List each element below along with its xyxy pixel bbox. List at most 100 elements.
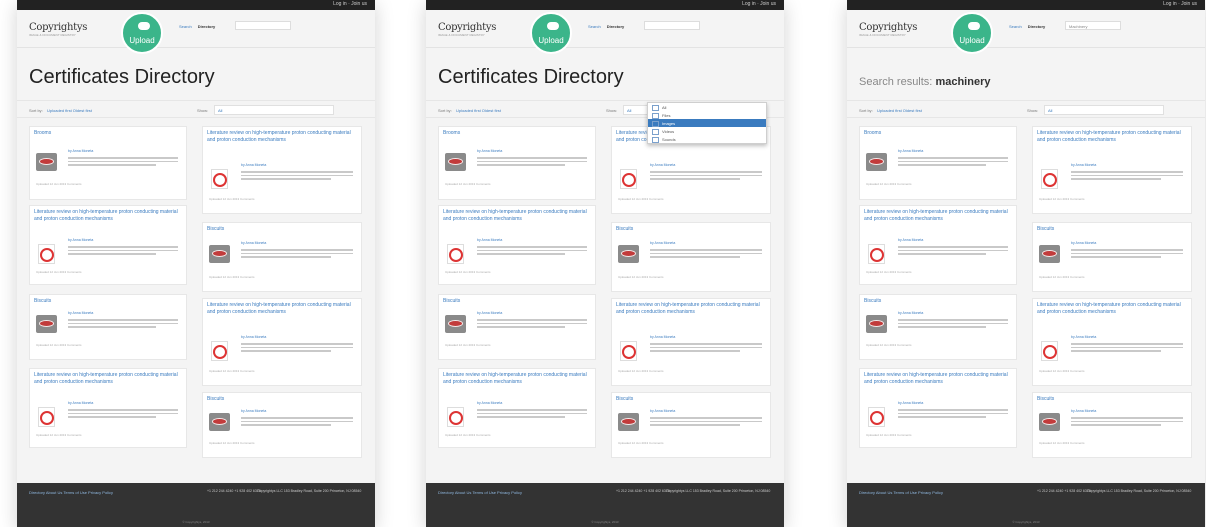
image-thumbnail[interactable]: [866, 315, 887, 333]
card-author[interactable]: by Anna Moneta: [650, 241, 675, 245]
card[interactable]: Literature review on high-temperature pr…: [611, 298, 771, 386]
logo[interactable]: Copyrightys IMAGE & DOCUMENT REGISTRY: [29, 22, 87, 37]
image-thumbnail[interactable]: [866, 153, 887, 171]
card-title[interactable]: Biscuits: [616, 396, 766, 403]
upload-button[interactable]: Upload: [951, 12, 993, 54]
card[interactable]: Brooms by Anna Moneta Uploaded 12 Jun 2013…: [438, 126, 596, 200]
dropdown-option-selected[interactable]: Images: [648, 119, 766, 127]
card-title[interactable]: Literature review on high-temperature pr…: [443, 372, 591, 386]
pdf-thumbnail[interactable]: [1039, 341, 1060, 361]
pdf-thumbnail[interactable]: [866, 244, 887, 264]
image-thumbnail[interactable]: [36, 153, 57, 171]
card-title[interactable]: Literature review on high-temperature pr…: [616, 302, 766, 316]
dropdown-option[interactable]: Sounds: [648, 135, 766, 143]
card-author[interactable]: by Anna Moneta: [241, 409, 266, 413]
image-thumbnail[interactable]: [445, 153, 466, 171]
card-author[interactable]: by Anna Moneta: [1071, 241, 1096, 245]
image-thumbnail[interactable]: [618, 245, 639, 263]
login-link[interactable]: Log in · Join us: [1163, 1, 1197, 7]
card-title[interactable]: Brooms: [864, 130, 1012, 137]
dropdown-option[interactable]: All: [648, 103, 766, 111]
card-title[interactable]: Biscuits: [207, 396, 357, 403]
pdf-thumbnail[interactable]: [1039, 169, 1060, 189]
card-author[interactable]: by Anna Moneta: [477, 311, 502, 315]
card-title[interactable]: Literature review on high-temperature pr…: [207, 130, 357, 144]
dropdown-option[interactable]: Files: [648, 111, 766, 119]
card[interactable]: Biscuits by Anna Moneta Uploaded 12 Jun 20…: [859, 294, 1017, 360]
card-author[interactable]: by Anna Moneta: [477, 401, 502, 405]
image-thumbnail[interactable]: [209, 245, 230, 263]
image-thumbnail[interactable]: [1039, 245, 1060, 263]
logo[interactable]: Copyrightys IMAGE & DOCUMENT REGISTRY: [859, 22, 917, 37]
pdf-thumbnail[interactable]: [866, 407, 887, 427]
card[interactable]: Biscuits by Anna Moneta Uploaded 12 Jun 20…: [202, 392, 362, 458]
sort-options[interactable]: Uploaded first Oldest first: [456, 108, 501, 113]
pdf-thumbnail[interactable]: [209, 169, 230, 189]
card-title[interactable]: Literature review on high-temperature pr…: [443, 209, 591, 223]
pdf-thumbnail[interactable]: [36, 244, 57, 264]
card[interactable]: Brooms by Anna Moneta Uploaded 12 Jun 2013…: [859, 126, 1017, 200]
card-title[interactable]: Literature review on high-temperature pr…: [34, 372, 182, 386]
card[interactable]: Literature review on high-temperature pr…: [202, 126, 362, 214]
card-author[interactable]: by Anna Moneta: [650, 163, 675, 167]
image-thumbnail[interactable]: [1039, 413, 1060, 431]
card-author[interactable]: by Anna Moneta: [68, 238, 93, 242]
card-author[interactable]: by Anna Moneta: [68, 149, 93, 153]
card-author[interactable]: by Anna Moneta: [477, 149, 502, 153]
dropdown-option[interactable]: Videos: [648, 127, 766, 135]
card-title[interactable]: Biscuits: [34, 298, 182, 305]
image-thumbnail[interactable]: [36, 315, 57, 333]
card-author[interactable]: by Anna Moneta: [241, 163, 266, 167]
nav-directory[interactable]: Directory: [1028, 24, 1046, 29]
card-author[interactable]: by Anna Moneta: [898, 401, 923, 405]
card-title[interactable]: Literature review on high-temperature pr…: [1037, 302, 1187, 316]
card-author[interactable]: by Anna Moneta: [650, 409, 675, 413]
image-thumbnail[interactable]: [618, 413, 639, 431]
card-title[interactable]: Biscuits: [1037, 396, 1187, 403]
search-input[interactable]: [235, 21, 291, 30]
footer-links[interactable]: Directory About Us Terms of Use Privacy …: [859, 490, 943, 495]
card[interactable]: Brooms by Anna Moneta Uploaded 12 Jun 2013…: [29, 126, 187, 200]
card-author[interactable]: by Anna Moneta: [68, 401, 93, 405]
search-input[interactable]: Machinery: [1065, 21, 1121, 30]
card-title[interactable]: Brooms: [443, 130, 591, 137]
card-title[interactable]: Literature review on high-temperature pr…: [207, 302, 357, 316]
card[interactable]: Literature review on high-temperature pr…: [1032, 126, 1192, 214]
card-title[interactable]: Biscuits: [616, 226, 766, 233]
pdf-thumbnail[interactable]: [618, 169, 639, 189]
card-author[interactable]: by Anna Moneta: [898, 238, 923, 242]
card-author[interactable]: by Anna Moneta: [241, 335, 266, 339]
search-input[interactable]: [644, 21, 700, 30]
show-dropdown[interactable]: All Files Images Videos Sounds: [647, 102, 767, 144]
image-thumbnail[interactable]: [209, 413, 230, 431]
card[interactable]: Literature review on high-temperature pr…: [202, 298, 362, 386]
card[interactable]: Literature review on high-temperature pr…: [29, 205, 187, 285]
card-author[interactable]: by Anna Moneta: [241, 241, 266, 245]
pdf-thumbnail[interactable]: [618, 341, 639, 361]
card-title[interactable]: Biscuits: [1037, 226, 1187, 233]
nav-search[interactable]: Search: [1009, 24, 1022, 29]
card-title[interactable]: Biscuits: [864, 298, 1012, 305]
pdf-thumbnail[interactable]: [209, 341, 230, 361]
card[interactable]: Biscuits by Anna Moneta Uploaded 12 Jun 20…: [29, 294, 187, 360]
login-link[interactable]: Log in · Join us: [742, 1, 776, 7]
logo[interactable]: Copyrightys IMAGE & DOCUMENT REGISTRY: [438, 22, 496, 37]
card-title[interactable]: Literature review on high-temperature pr…: [864, 209, 1012, 223]
image-thumbnail[interactable]: [445, 315, 466, 333]
card[interactable]: Biscuits by Anna Moneta Uploaded 12 Jun 20…: [1032, 392, 1192, 458]
card-author[interactable]: by Anna Moneta: [1071, 163, 1096, 167]
card-author[interactable]: by Anna Moneta: [650, 335, 675, 339]
card[interactable]: Literature review on high-temperature pr…: [438, 368, 596, 448]
footer-links[interactable]: Directory About Us Terms of Use Privacy …: [29, 490, 113, 495]
upload-button[interactable]: Upload: [530, 12, 572, 54]
card[interactable]: Biscuits by Anna Moneta Uploaded 12 Jun 20…: [438, 294, 596, 360]
nav-search[interactable]: Search: [179, 24, 192, 29]
card-title[interactable]: Brooms: [34, 130, 182, 137]
card-author[interactable]: by Anna Moneta: [898, 311, 923, 315]
pdf-thumbnail[interactable]: [445, 407, 466, 427]
card[interactable]: Literature review on high-temperature pr…: [859, 368, 1017, 448]
card-author[interactable]: by Anna Moneta: [898, 149, 923, 153]
card[interactable]: Literature review on high-temperature pr…: [1032, 298, 1192, 386]
card[interactable]: Literature review on high-temperature pr…: [29, 368, 187, 448]
sort-options[interactable]: Uploaded first Oldest first: [877, 108, 922, 113]
